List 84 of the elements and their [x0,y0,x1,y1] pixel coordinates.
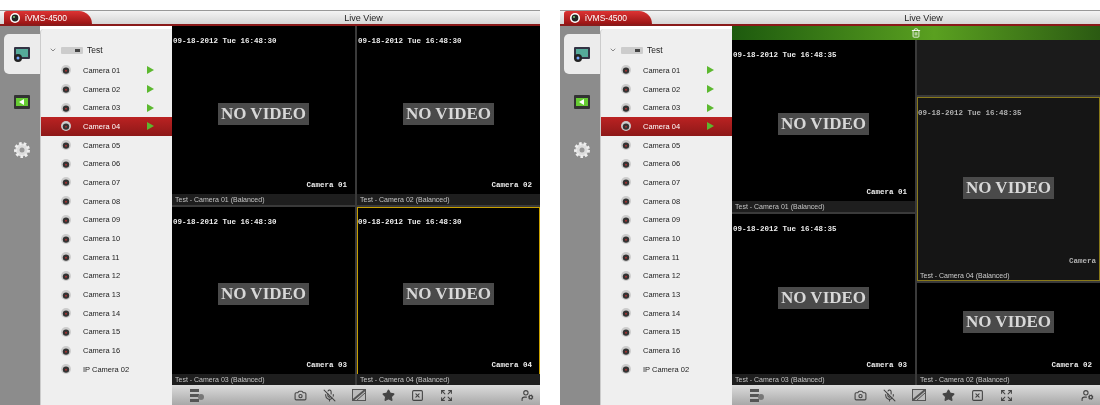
camera-icon [61,65,71,76]
camera-icon [61,102,71,113]
gear-icon [573,141,591,159]
recorder-icon [61,45,83,55]
camera-icon [621,233,631,244]
gear-icon [13,141,31,159]
camera-icon [621,102,631,113]
close-window-icon[interactable] [971,388,984,402]
layout-icon[interactable] [750,388,764,402]
camera-icon [621,308,631,319]
camera-icon [61,140,71,151]
camera-icon [61,196,71,207]
no-video-label: NO VIDEO [217,102,310,125]
camera-icon [621,345,631,356]
logo-icon [570,12,580,23]
image-icon[interactable] [352,389,366,401]
camera-icon [621,214,631,225]
camera-icon [61,177,71,188]
camera-icon [61,233,71,244]
no-video-label: NO VIDEO [777,286,870,309]
app-tab[interactable]: iVMS-4500 [564,11,652,24]
no-video-label: NO VIDEO [962,177,1055,199]
camera-icon [61,121,71,132]
mic-off-icon[interactable] [323,388,336,402]
camera-icon [61,364,71,375]
camera-icon [621,196,631,207]
chevron-icon [49,46,57,54]
camera-icon [621,158,631,169]
image-icon[interactable] [912,389,926,401]
no-video-label: NO VIDEO [777,113,870,136]
camera-icon[interactable] [294,388,307,402]
recorder-icon [621,45,643,55]
star-icon[interactable] [942,388,955,402]
fullscreen-icon[interactable] [1000,388,1013,402]
camera-icon [61,252,71,263]
no-video-label: NO VIDEO [962,311,1055,333]
group-label: Test [87,45,103,55]
no-video-label: NO VIDEO [217,283,310,306]
app-tab[interactable]: iVMS-4500 [4,11,92,24]
rail-tab[interactable] [4,34,40,74]
trash-icon [911,28,921,38]
film-icon [12,93,32,111]
logo-icon [10,12,20,23]
film-icon [572,93,592,111]
camera-icon [621,84,631,95]
camera-icon [61,345,71,356]
camera-icon [61,214,71,225]
camera-icon [61,308,71,319]
mic-off-icon[interactable] [883,388,896,402]
camera-icon [621,121,631,132]
play-icon[interactable] [147,122,154,131]
chevron-icon [609,46,617,54]
user-settings-icon[interactable] [1081,388,1094,402]
monitor-icon [572,44,592,64]
group-label: Test [647,45,663,55]
camera-icon [61,289,71,300]
camera-icon [621,289,631,300]
camera-icon [621,270,631,281]
camera-icon [621,140,631,151]
camera-icon [61,326,71,337]
camera-icon [621,326,631,337]
camera-icon [621,177,631,188]
layout-icon[interactable] [190,388,204,402]
camera-icon [61,158,71,169]
camera-icon[interactable] [854,388,867,402]
camera-icon [621,65,631,76]
no-video-label: NO VIDEO [402,102,495,125]
tree-group[interactable]: Test [601,39,732,61]
camera-icon [621,252,631,263]
camera-icon [61,270,71,281]
delete-bar[interactable] [732,26,1100,40]
close-window-icon[interactable] [411,388,424,402]
camera-icon [61,84,71,95]
user-settings-icon[interactable] [521,388,534,402]
tree-group[interactable]: Test [41,39,172,61]
no-video-label: NO VIDEO [402,283,495,306]
fullscreen-icon[interactable] [440,388,453,402]
monitor-icon [12,44,32,64]
camera-icon [621,364,631,375]
star-icon[interactable] [382,388,395,402]
play-icon[interactable] [707,122,714,131]
window-title: Live View [343,11,384,24]
rail-tab[interactable] [564,34,600,74]
window-title: Live View [903,11,944,24]
